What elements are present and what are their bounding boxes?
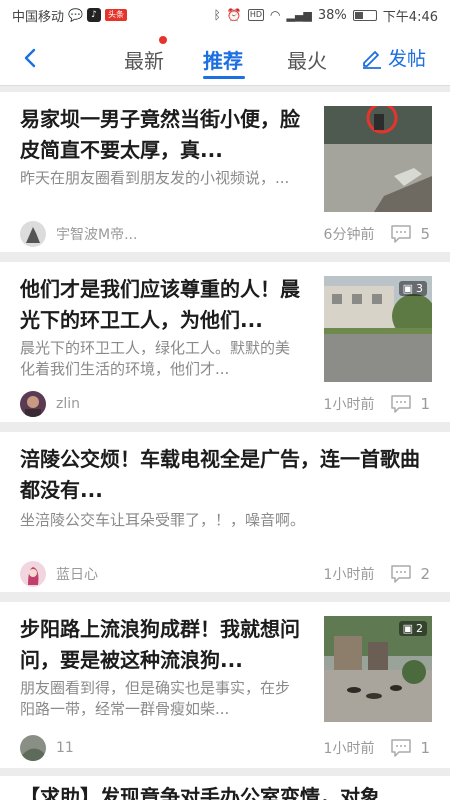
post-time: 1小时前 bbox=[323, 741, 375, 757]
post-title: 【求助】发现竟争对手办公室变情，对象... bbox=[20, 785, 403, 800]
author-name[interactable]: 11 bbox=[56, 740, 74, 756]
avatar[interactable] bbox=[20, 391, 46, 417]
bluetooth-icon: ᛒ bbox=[213, 8, 221, 22]
post-summary: 朋友圈看到得，但是确实也是事实，在步阳路一带，经常一群骨瘦如柴... bbox=[20, 679, 291, 718]
post-title: 步阳路上流浪狗成群！我就想问问，要是被这种流浪狗... bbox=[20, 617, 300, 672]
image-count-badge: ▣ 2 bbox=[398, 621, 427, 636]
comment-icon bbox=[391, 739, 412, 757]
pencil-icon bbox=[363, 50, 381, 69]
comment-count[interactable]: 5 bbox=[390, 224, 430, 244]
carrier-label: 中国移动 bbox=[12, 9, 65, 25]
post-time: 1小时前 bbox=[323, 567, 375, 583]
post-meta: 11 1小时前 1 bbox=[20, 734, 430, 762]
author-name[interactable]: zlin bbox=[56, 396, 80, 412]
new-post-button[interactable]: 发帖 bbox=[360, 44, 426, 71]
comment-count[interactable]: 2 bbox=[390, 564, 430, 584]
comment-count-value: 5 bbox=[420, 225, 430, 243]
post-time: 1小时前 bbox=[323, 397, 375, 413]
post-card[interactable]: 【求助】发现竟争对手办公室变情，对象... bbox=[0, 776, 450, 800]
post-meta: zlin 1小时前 1 bbox=[20, 390, 430, 418]
post-title: 易家坝一男子竟然当街小便，脸皮简直不要太厚，真... bbox=[20, 107, 300, 162]
post-time: 6分钟前 bbox=[323, 227, 375, 243]
new-indicator-dot bbox=[159, 36, 167, 44]
author-name[interactable]: 宇智波M帝... bbox=[56, 224, 137, 244]
post-thumbnail-street bbox=[324, 106, 432, 212]
comment-count-value: 1 bbox=[420, 395, 430, 413]
tab-hottest[interactable]: 最火 bbox=[287, 45, 327, 74]
chat-icon: 💬 bbox=[68, 8, 83, 22]
comment-count[interactable]: 1 bbox=[390, 394, 430, 414]
post-card[interactable]: 易家坝一男子竟然当街小便，脸皮简直不要太厚，真... 昨天在朋友圈看到朋友发的小… bbox=[0, 92, 450, 252]
post-meta: 宇智波M帝... 6分钟前 5 bbox=[20, 220, 430, 248]
image-count-badge: ▣ 3 bbox=[398, 281, 427, 296]
post-summary: 晨光下的环卫工人，绿化工人。默默的美化着我们生活的环境，他们才... bbox=[20, 339, 291, 378]
post-card[interactable]: 步阳路上流浪狗成群！我就想问问，要是被这种流浪狗... 朋友圈看到得，但是确实也… bbox=[0, 602, 450, 768]
post-meta: 蓝日心 1小时前 2 bbox=[20, 560, 430, 588]
post-thumbnail-dogs: ▣ 2 bbox=[324, 616, 432, 722]
avatar[interactable] bbox=[20, 735, 46, 761]
alarm-icon: ⏰ bbox=[226, 8, 242, 22]
wifi-icon: ◠ bbox=[270, 8, 281, 22]
news-badge: 头条 bbox=[104, 9, 127, 21]
active-tab-underline bbox=[203, 76, 245, 79]
avatar[interactable] bbox=[20, 561, 46, 587]
post-thumbnail-road: ▣ 3 bbox=[324, 276, 432, 382]
tab-latest[interactable]: 最新 bbox=[124, 45, 164, 74]
status-bar: 中国移动 💬 ♪ 头条 ᛒ ⏰ HD ◠ ▂▄▆ 38% 下午4:46 bbox=[0, 0, 450, 30]
clock: 下午4:46 bbox=[382, 9, 438, 25]
battery-percent: 38% bbox=[317, 7, 347, 23]
post-summary: 坐涪陵公交车让耳朵受罪了，！，噪音啊。 bbox=[20, 511, 306, 529]
comment-icon bbox=[391, 225, 412, 243]
tab-recommended[interactable]: 推荐 bbox=[203, 45, 243, 74]
post-title: 他们才是我们应该尊重的人！晨光下的环卫工人，为他们... bbox=[20, 277, 300, 332]
avatar[interactable] bbox=[20, 221, 46, 247]
post-card[interactable]: 涪陵公交烦！车载电视全是广告，连一首歌曲都没有... 坐涪陵公交车让耳朵受罪了，… bbox=[0, 432, 450, 592]
post-title: 涪陵公交烦！车载电视全是广告，连一首歌曲都没有... bbox=[20, 447, 420, 502]
hd-badge: HD bbox=[247, 9, 265, 21]
comment-count[interactable]: 1 bbox=[390, 738, 430, 758]
comment-icon bbox=[391, 565, 412, 583]
comment-icon bbox=[391, 395, 412, 413]
tiktok-icon: ♪ bbox=[86, 8, 101, 22]
post-summary: 昨天在朋友圈看到朋友发的小视频说，... bbox=[20, 169, 290, 187]
comment-count-value: 1 bbox=[420, 739, 430, 757]
author-name[interactable]: 蓝日心 bbox=[56, 564, 98, 584]
new-post-label: 发帖 bbox=[388, 48, 427, 70]
back-arrow-icon[interactable] bbox=[16, 44, 44, 72]
top-nav: 最新 推荐 最火 发帖 bbox=[0, 30, 450, 86]
comment-count-value: 2 bbox=[420, 565, 430, 583]
signal-icon: ▂▄▆ bbox=[286, 8, 312, 22]
post-card[interactable]: 他们才是我们应该尊重的人！晨光下的环卫工人，为他们... 晨光下的环卫工人，绿化… bbox=[0, 262, 450, 422]
battery-icon bbox=[352, 9, 377, 21]
